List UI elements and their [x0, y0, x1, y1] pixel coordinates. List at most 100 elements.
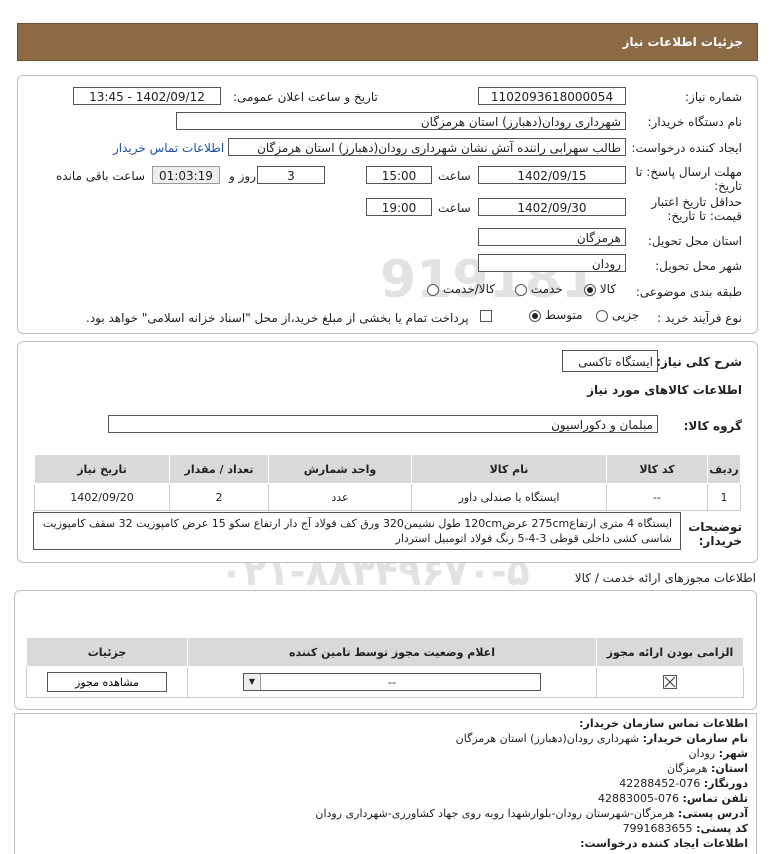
page-title: جزئیات اطلاعات نیاز: [622, 35, 743, 49]
summary-label: شرح کلی نیاز:: [656, 355, 742, 369]
col-code: کد کالا: [606, 454, 708, 484]
view-permit-button[interactable]: مشاهده مجوز: [47, 672, 167, 692]
process-minor-label: جزیی: [611, 308, 640, 322]
validity-date-field[interactable]: 1402/09/30: [478, 198, 626, 216]
days-field[interactable]: 3: [257, 166, 325, 184]
permits-table: الزامی بودن ارائه مجوز اعلام وضعیت مجوز …: [26, 637, 744, 698]
permit-status-value: --: [388, 676, 396, 689]
need-number-field[interactable]: 1102093618000054: [478, 87, 626, 105]
contact-postal-label: کد پستی:: [696, 822, 748, 835]
contact-city-value: رودان: [688, 747, 716, 760]
process-medium-label: متوسط: [544, 308, 583, 322]
permit-col-details: جزئیات: [26, 637, 188, 667]
deadline-date-field[interactable]: 1402/09/15: [478, 166, 626, 184]
province-label: استان محل تحویل:: [647, 234, 742, 248]
contact-province-row: استان: هرمزگان: [28, 761, 748, 776]
need-number-label: شماره نیاز:: [685, 90, 742, 104]
col-qty: تعداد / مقدار: [169, 454, 269, 484]
category-both-radio[interactable]: [427, 283, 439, 296]
contact-province-value: هرمزگان: [667, 762, 708, 775]
category-service-radio[interactable]: [515, 283, 527, 296]
table-row[interactable]: 1 -- ایستگاه یا صندلی داور عدد 2 1402/09…: [34, 483, 741, 511]
contact-address-row: آدرس پستی: هرمزگان-شهرستان رودان-بلوارشه…: [28, 806, 748, 821]
remaining-label: ساعت باقی مانده: [56, 169, 146, 183]
city-field[interactable]: رودان: [478, 254, 626, 272]
cross-icon: [664, 676, 676, 688]
process-minor-radio[interactable]: [596, 309, 608, 322]
table-row[interactable]: -- ▼ مشاهده مجوز: [26, 666, 744, 698]
col-date: تاریخ نیاز: [34, 454, 170, 484]
page-header: جزئیات اطلاعات نیاز: [17, 23, 758, 61]
goods-info-title: اطلاعات کالاهای مورد نیاز: [587, 383, 742, 397]
deadline-label-2: تاریخ:: [714, 179, 742, 193]
buyer-notes-box: ایستگاه 4 متری ارتفاع275cm عرض120cm طول …: [33, 512, 681, 550]
buyer-org-label: نام دستگاه خریدار:: [647, 115, 743, 129]
goods-table-header: ردیف کد کالا نام کالا واحد شمارش تعداد /…: [34, 454, 741, 484]
deadline-time-label: ساعت: [438, 169, 471, 183]
category-option-both[interactable]: کالا/خدمت: [427, 282, 495, 296]
treasury-checkbox[interactable]: [480, 310, 492, 322]
cell-date: 1402/09/20: [34, 483, 170, 511]
category-goods-label: کالا: [599, 282, 617, 296]
city-label: شهر محل تحویل:: [655, 259, 742, 273]
announce-label: تاریخ و ساعت اعلان عمومی:: [233, 90, 378, 104]
contact-title: اطلاعات تماس سازمان خریدار:: [579, 717, 748, 730]
col-name: نام کالا: [411, 454, 607, 484]
contact-org-value: شهرداری رودان(دهبارز) استان هرمزگان: [455, 732, 640, 745]
chevron-down-icon[interactable]: ▼: [244, 674, 261, 690]
deadline-label-1: مهلت ارسال پاسخ: تا: [635, 165, 742, 179]
announce-field[interactable]: 1402/09/12 - 13:45: [73, 87, 221, 105]
contact-info-link[interactable]: اطلاعات تماس خریدار: [113, 141, 224, 155]
cell-qty: 2: [169, 483, 269, 511]
group-label: گروه کالا:: [683, 419, 742, 433]
required-checkbox[interactable]: [663, 675, 677, 689]
process-label: نوع فرآیند خرید :: [657, 311, 742, 325]
contact-city-label: شهر:: [718, 747, 748, 760]
contact-fax-value: 076-42288452: [619, 777, 701, 790]
contact-province-label: استان:: [711, 762, 748, 775]
days-label: روز و: [229, 169, 256, 183]
cell-code: --: [606, 483, 708, 511]
creator-field[interactable]: طالب سهرابی راننده آتش نشان شهرداری رودا…: [228, 138, 626, 156]
permit-col-required: الزامی بودن ارائه مجوز: [596, 637, 744, 667]
validity-label-1: حداقل تاریخ اعتبار: [651, 195, 742, 209]
contact-postal-value: 7991683655: [622, 822, 693, 835]
summary-field[interactable]: ایستگاه تاکسی: [562, 350, 658, 372]
contact-postal-row: کد پستی: 7991683655: [28, 821, 748, 836]
contact-org-label: نام سازمان خریدار:: [642, 732, 748, 745]
group-field[interactable]: مبلمان و دکوراسیون: [108, 415, 658, 433]
permits-table-header: الزامی بودن ارائه مجوز اعلام وضعیت مجوز …: [26, 637, 744, 667]
permit-status-cell: -- ▼: [187, 666, 597, 698]
validity-time-field[interactable]: 19:00: [366, 198, 432, 216]
contact-fax-row: دورنگار: 076-42288452: [28, 776, 748, 791]
contact-org-row: نام سازمان خریدار: شهرداری رودان(دهبارز)…: [28, 731, 748, 746]
category-option-goods[interactable]: کالا: [584, 282, 616, 296]
remaining-time-field: 01:03:19: [152, 166, 220, 184]
validity-time-label: ساعت: [438, 201, 471, 215]
category-both-label: کالا/خدمت: [442, 282, 496, 296]
col-unit: واحد شمارش: [268, 454, 412, 484]
creator-label: ایجاد کننده درخواست:: [631, 141, 742, 155]
permit-required-cell: [596, 666, 744, 698]
category-option-service[interactable]: خدمت: [515, 282, 563, 296]
cell-unit: عدد: [268, 483, 412, 511]
buyer-org-field[interactable]: شهرداری رودان(دهبارز) استان هرمزگان: [176, 112, 626, 130]
process-medium-radio[interactable]: [529, 309, 541, 322]
process-option-medium[interactable]: متوسط: [529, 308, 583, 322]
province-field[interactable]: هرمزگان: [478, 228, 626, 246]
buyer-notes-label-2: خریدار:: [698, 534, 742, 548]
deadline-time-field[interactable]: 15:00: [366, 166, 432, 184]
category-service-label: خدمت: [530, 282, 563, 296]
contact-phone-row: تلفن تماس: 076-42883005: [28, 791, 748, 806]
permit-status-select[interactable]: -- ▼: [243, 673, 541, 691]
category-goods-radio[interactable]: [584, 283, 596, 296]
contact-phone-label: تلفن تماس:: [682, 792, 748, 805]
contact-address-value: هرمزگان-شهرستان رودان-بلوارشهدا روبه روی…: [315, 807, 675, 820]
cell-row: 1: [707, 483, 741, 511]
contact-block: اطلاعات تماس سازمان خریدار: نام سازمان خ…: [28, 716, 748, 851]
validity-label-2: قیمت: تا تاریخ:: [667, 209, 742, 223]
permit-details-cell: مشاهده مجوز: [26, 666, 188, 698]
buyer-notes-label-1: توضیحات: [688, 520, 742, 534]
goods-table: ردیف کد کالا نام کالا واحد شمارش تعداد /…: [34, 454, 741, 511]
process-option-minor[interactable]: جزیی: [596, 308, 639, 322]
